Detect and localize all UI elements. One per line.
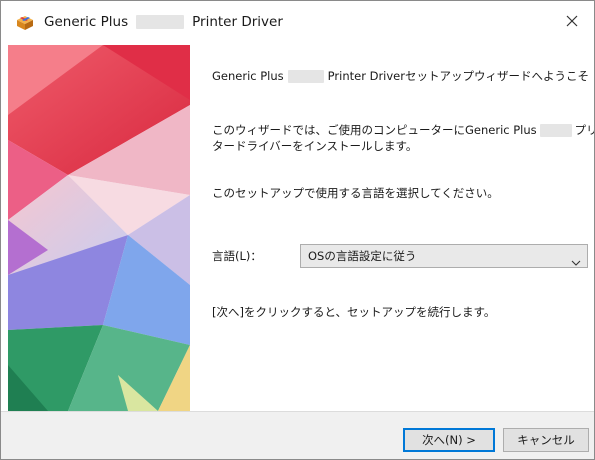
welcome-heading: Generic Plus Printer Driverセットアップウィザードへよう… bbox=[212, 68, 589, 84]
description-text: このウィザードでは、ご使用のコンピューターにGeneric Plus プリン ター… bbox=[212, 122, 594, 154]
title-bar: Generic Plus Printer Driver bbox=[1, 1, 594, 43]
redacted-model-name bbox=[539, 124, 572, 137]
language-selected-value: OSの言語設定に従う bbox=[308, 249, 417, 263]
wizard-banner-image bbox=[8, 45, 190, 411]
wizard-footer: 次へ(N) > キャンセル bbox=[1, 411, 594, 459]
wizard-content: Generic Plus Printer Driverセットアップウィザードへよう… bbox=[190, 45, 594, 411]
description-line-1: このウィザードでは、ご使用のコンピューターにGeneric Plus プリン bbox=[212, 122, 594, 138]
description-prefix: このウィザードでは、ご使用のコンピューターにGeneric Plus bbox=[212, 123, 537, 137]
description-suffix: プリン bbox=[574, 123, 594, 137]
setup-wizard-window: Generic Plus Printer Driver Generic Plus… bbox=[0, 0, 595, 460]
cancel-button[interactable]: キャンセル bbox=[503, 428, 589, 452]
close-button[interactable] bbox=[550, 1, 594, 41]
next-button[interactable]: 次へ(N) > bbox=[403, 428, 495, 452]
window-title-suffix: Printer Driver bbox=[192, 14, 283, 30]
setup-box-icon bbox=[16, 15, 34, 31]
welcome-prefix: Generic Plus bbox=[212, 69, 284, 83]
next-hint-text: [次へ]をクリックすると、セットアップを続行します。 bbox=[212, 305, 496, 319]
chevron-down-icon bbox=[571, 252, 581, 266]
redacted-model-name bbox=[136, 15, 185, 29]
language-label: 言語(L)： bbox=[212, 249, 262, 263]
redacted-model-name bbox=[287, 70, 324, 83]
window-title: Generic Plus Printer Driver bbox=[44, 13, 283, 31]
description-line-2: タードライバーをインストールします。 bbox=[212, 139, 418, 153]
window-title-prefix: Generic Plus bbox=[44, 14, 129, 30]
welcome-suffix: Printer Driverセットアップウィザードへようこそ bbox=[327, 69, 589, 83]
close-icon bbox=[566, 12, 578, 31]
language-select[interactable]: OSの言語設定に従う bbox=[300, 244, 588, 268]
choose-language-text: このセットアップで使用する言語を選択してください。 bbox=[212, 186, 499, 200]
